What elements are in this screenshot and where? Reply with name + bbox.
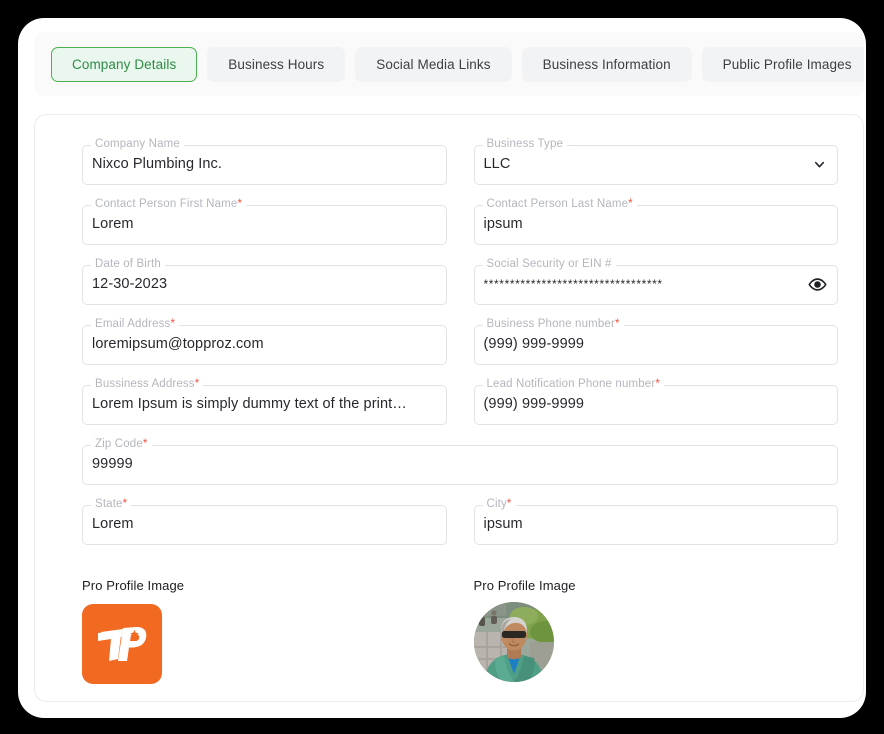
label-text: Company Name: [95, 138, 180, 150]
first-name-field[interactable]: Contact Person First Name* Lorem: [82, 198, 447, 245]
field-business-address: Bussiness Address* Lorem Ipsum is simply…: [82, 378, 447, 425]
field-city: City* ipsum: [473, 498, 838, 545]
logo-image-block: Pro Profile Image: [82, 578, 447, 684]
field-label: Social Security or EIN #: [482, 258, 616, 271]
state-field[interactable]: State* Lorem: [82, 498, 447, 545]
date-of-birth-field[interactable]: Date of Birth 12-30-2023: [82, 258, 447, 305]
label-text: Business Phone number: [486, 318, 615, 330]
required-asterisk: *: [237, 198, 243, 210]
field-contact-first-name: Contact Person First Name* Lorem: [82, 198, 447, 245]
pro-profile-logo-image[interactable]: [82, 604, 162, 684]
field-business-phone: Business Phone number* (999) 999-9999: [473, 318, 838, 365]
field-company-name: Company Name Nixco Plumbing Inc.: [82, 138, 447, 185]
logo-image-caption: Pro Profile Image: [82, 578, 185, 593]
required-asterisk: *: [142, 438, 148, 450]
app-root: Company Details Business Hours Social Me…: [0, 0, 884, 734]
field-label: Zip Code*: [91, 438, 152, 451]
profile-images-row: Pro Profile Image Pro Profile Image: [82, 578, 838, 684]
field-label: Business Phone number*: [482, 318, 624, 331]
label-text: State: [95, 498, 123, 510]
lead-phone-field[interactable]: Lead Notification Phone number* (999) 99…: [473, 378, 838, 425]
field-label: Date of Birth: [91, 258, 165, 271]
tab-business-hours[interactable]: Business Hours: [207, 47, 346, 82]
tp-monogram-icon: [98, 626, 147, 661]
chevron-down-icon[interactable]: [812, 145, 827, 183]
required-asterisk: *: [194, 378, 200, 390]
field-label: City*: [482, 498, 516, 511]
last-name-field[interactable]: Contact Person Last Name* ipsum: [473, 198, 838, 245]
eye-icon[interactable]: [808, 265, 827, 303]
tab-public-profile-images[interactable]: Public Profile Images: [701, 47, 864, 82]
tab-strip: Company Details Business Hours Social Me…: [51, 47, 864, 82]
label-text: City: [486, 498, 507, 510]
photo-image-block: Pro Profile Image: [473, 578, 839, 684]
form-row: Zip Code* 99999: [82, 438, 838, 485]
state-input[interactable]: Lorem: [92, 505, 409, 543]
business-address-field[interactable]: Bussiness Address* Lorem Ipsum is simply…: [82, 378, 447, 425]
city-input[interactable]: ipsum: [484, 505, 801, 543]
label-text: Email Address: [95, 318, 171, 330]
required-asterisk: *: [506, 498, 512, 510]
form-row: Contact Person First Name* Lorem Contact…: [82, 198, 838, 245]
field-email-address: Email Address* loremipsum@topproz.com: [82, 318, 447, 365]
field-label: State*: [91, 498, 132, 511]
field-label: Email Address*: [91, 318, 180, 331]
field-lead-notification-phone: Lead Notification Phone number* (999) 99…: [473, 378, 838, 425]
required-asterisk: *: [614, 318, 620, 330]
field-label: Contact Person Last Name*: [482, 198, 637, 211]
city-field[interactable]: City* ipsum: [473, 498, 838, 545]
form-row: Bussiness Address* Lorem Ipsum is simply…: [82, 378, 838, 425]
tab-company-details[interactable]: Company Details: [51, 47, 198, 82]
label-text: Contact Person First Name: [95, 198, 238, 210]
form-row: Email Address* loremipsum@topproz.com Bu…: [82, 318, 838, 365]
label-text: Business Type: [486, 138, 564, 150]
field-label: Lead Notification Phone number*: [482, 378, 664, 391]
field-label: Business Type: [482, 138, 568, 151]
required-asterisk: *: [628, 198, 633, 210]
required-asterisk: *: [170, 318, 176, 330]
label-text: Social Security or EIN #: [486, 258, 612, 270]
required-asterisk: *: [655, 378, 660, 390]
form-fields: Company Name Nixco Plumbing Inc. Busines…: [82, 138, 838, 684]
tab-social-media-links[interactable]: Social Media Links: [355, 47, 512, 82]
field-date-of-birth: Date of Birth 12-30-2023: [82, 258, 447, 305]
label-text: Date of Birth: [95, 258, 161, 270]
company-name-field[interactable]: Company Name Nixco Plumbing Inc.: [82, 138, 447, 185]
tab-strip-container: Company Details Business Hours Social Me…: [34, 32, 864, 96]
tab-business-information[interactable]: Business Information: [521, 47, 692, 82]
zip-code-field[interactable]: Zip Code* 99999: [82, 438, 838, 485]
field-state: State* Lorem: [82, 498, 447, 545]
field-ssn-ein: Social Security or EIN # ***************…: [473, 258, 838, 305]
field-label: Company Name: [91, 138, 184, 151]
form-row: State* Lorem City* ipsum: [82, 498, 838, 545]
form-row: Company Name Nixco Plumbing Inc. Busines…: [82, 138, 838, 185]
label-text: Lead Notification Phone number: [486, 378, 656, 390]
ssn-ein-field[interactable]: Social Security or EIN # ***************…: [473, 258, 838, 305]
label-text: Bussiness Address: [95, 378, 195, 390]
email-field[interactable]: Email Address* loremipsum@topproz.com: [82, 318, 447, 365]
person-photo: [473, 602, 554, 682]
label-text: Zip Code: [95, 438, 143, 450]
photo-image-caption: Pro Profile Image: [473, 578, 576, 593]
company-details-form-panel: Company Name Nixco Plumbing Inc. Busines…: [34, 114, 864, 702]
business-type-select[interactable]: Business Type LLC: [473, 138, 838, 185]
field-business-type: Business Type LLC: [473, 138, 838, 185]
form-row: Date of Birth 12-30-2023 Social Security…: [82, 258, 838, 305]
business-phone-field[interactable]: Business Phone number* (999) 999-9999: [473, 318, 838, 365]
field-contact-last-name: Contact Person Last Name* ipsum: [473, 198, 838, 245]
zip-code-input[interactable]: 99999: [92, 445, 800, 483]
field-label: Bussiness Address*: [91, 378, 204, 391]
window-card: Company Details Business Hours Social Me…: [18, 18, 866, 718]
field-label: Contact Person First Name*: [91, 198, 247, 211]
field-zip-code: Zip Code* 99999: [82, 438, 838, 485]
pro-profile-photo-image[interactable]: [473, 602, 554, 682]
required-asterisk: *: [122, 498, 128, 510]
label-text: Contact Person Last Name: [486, 198, 629, 210]
